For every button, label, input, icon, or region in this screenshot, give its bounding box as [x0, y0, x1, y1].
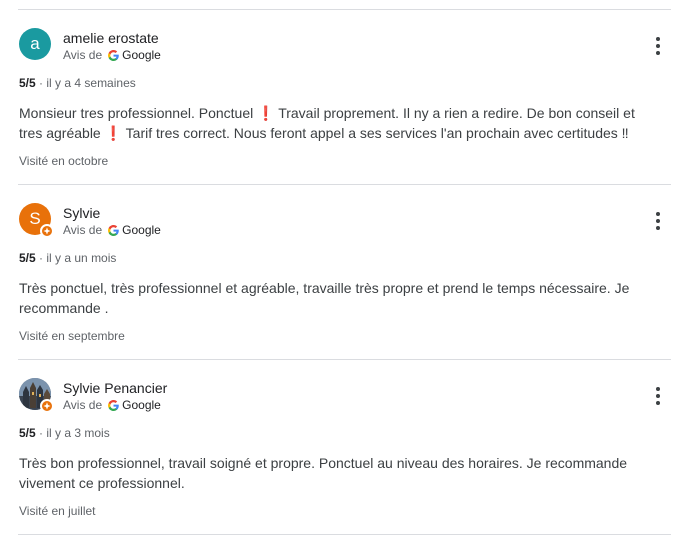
rating: 5/5 [19, 251, 36, 265]
avatar[interactable]: a [19, 28, 51, 60]
google-g-icon [108, 49, 119, 61]
divider [18, 359, 671, 360]
google-g-icon [108, 399, 119, 411]
source-name: Google [122, 48, 161, 62]
visited-date: Visité en octobre [19, 154, 109, 168]
avatar[interactable] [19, 378, 54, 413]
source-name: Google [122, 223, 161, 237]
more-options-button[interactable] [648, 37, 668, 57]
local-guide-badge-icon [40, 224, 54, 238]
source-prefix: Avis de [63, 48, 103, 62]
review-card: a amelie erostate Avis de Google 5/5 · i… [0, 11, 696, 185]
rating-line: 5/5 · il y a 4 semaines [19, 76, 136, 90]
rating: 5/5 [19, 76, 36, 90]
time-ago: il y a un mois [46, 251, 117, 265]
review-source: Avis de Google [63, 223, 161, 237]
author-name[interactable]: amelie erostate [63, 30, 159, 46]
more-options-button[interactable] [648, 212, 668, 232]
author-name[interactable]: Sylvie [63, 205, 100, 221]
avatar[interactable]: S [19, 203, 54, 238]
separator: · [39, 426, 44, 440]
avatar-letter: a [30, 34, 40, 53]
visited-date: Visité en juillet [19, 504, 96, 518]
rating-line: 5/5 · il y a un mois [19, 251, 116, 265]
rating-line: 5/5 · il y a 3 mois [19, 426, 110, 440]
source-name: Google [122, 398, 161, 412]
author-name[interactable]: Sylvie Penancier [63, 380, 167, 396]
divider [18, 9, 671, 10]
more-options-button[interactable] [648, 387, 668, 407]
avatar-letter: S [29, 209, 41, 228]
time-ago: il y a 3 mois [46, 426, 110, 440]
review-text: Très ponctuel, très professionnel et agr… [19, 280, 630, 316]
divider [18, 184, 671, 185]
visited-date: Visité en septembre [19, 329, 125, 343]
review-text: Très bon professionnel, travail soigné e… [19, 455, 628, 491]
review-source: Avis de Google [63, 398, 161, 412]
review-source: Avis de Google [63, 48, 161, 62]
local-guide-badge-icon [40, 399, 54, 413]
separator: · [39, 76, 44, 90]
review-card: Sylvie Penancier Avis de Google 5/5 · il… [0, 361, 696, 535]
review-card: S Sylvie Avis de Google 5/5 · il y a un [0, 186, 696, 360]
source-prefix: Avis de [63, 398, 103, 412]
google-g-icon [108, 224, 119, 236]
source-prefix: Avis de [63, 223, 103, 237]
rating: 5/5 [19, 426, 36, 440]
time-ago: il y a 4 semaines [46, 76, 136, 90]
review-text: Monsieur tres professionnel. Ponctuel ❗ … [19, 105, 635, 141]
divider [18, 534, 671, 535]
separator: · [39, 251, 44, 265]
